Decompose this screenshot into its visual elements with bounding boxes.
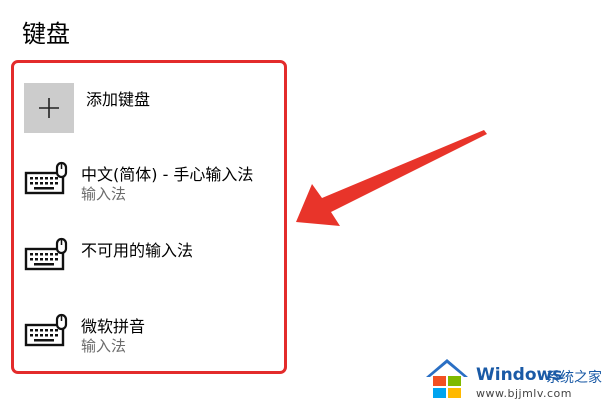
keyboard-name: 中文(简体) - 手心输入法 (81, 165, 254, 184)
keyboard-icon (24, 237, 68, 271)
keyboard-name: 微软拼音 (81, 317, 146, 336)
watermark-url: www.bjjmlv.com (476, 387, 572, 400)
add-keyboard-label: 添加键盘 (86, 90, 151, 109)
page-title: 键盘 (22, 20, 70, 48)
keyboard-item-microsoft-pinyin[interactable]: 微软拼音 输入法 (24, 313, 274, 359)
plus-icon (24, 83, 74, 133)
watermark-site: 系统之家 (546, 370, 602, 386)
house-windows-logo-icon (426, 359, 468, 398)
add-keyboard-button[interactable]: 添加键盘 (24, 83, 264, 133)
keyboard-type: 输入法 (81, 185, 127, 203)
keyboard-icon (24, 161, 68, 195)
watermark: Windows 系统之家 www.bjjmlv.com (424, 356, 612, 406)
keyboard-icon (24, 313, 68, 347)
keyboard-type: 输入法 (81, 337, 127, 355)
keyboard-item-unavailable[interactable]: 不可用的输入法 (24, 237, 274, 283)
keyboard-item-shouxin[interactable]: 中文(简体) - 手心输入法 输入法 (24, 161, 274, 207)
keyboard-name: 不可用的输入法 (81, 241, 194, 260)
